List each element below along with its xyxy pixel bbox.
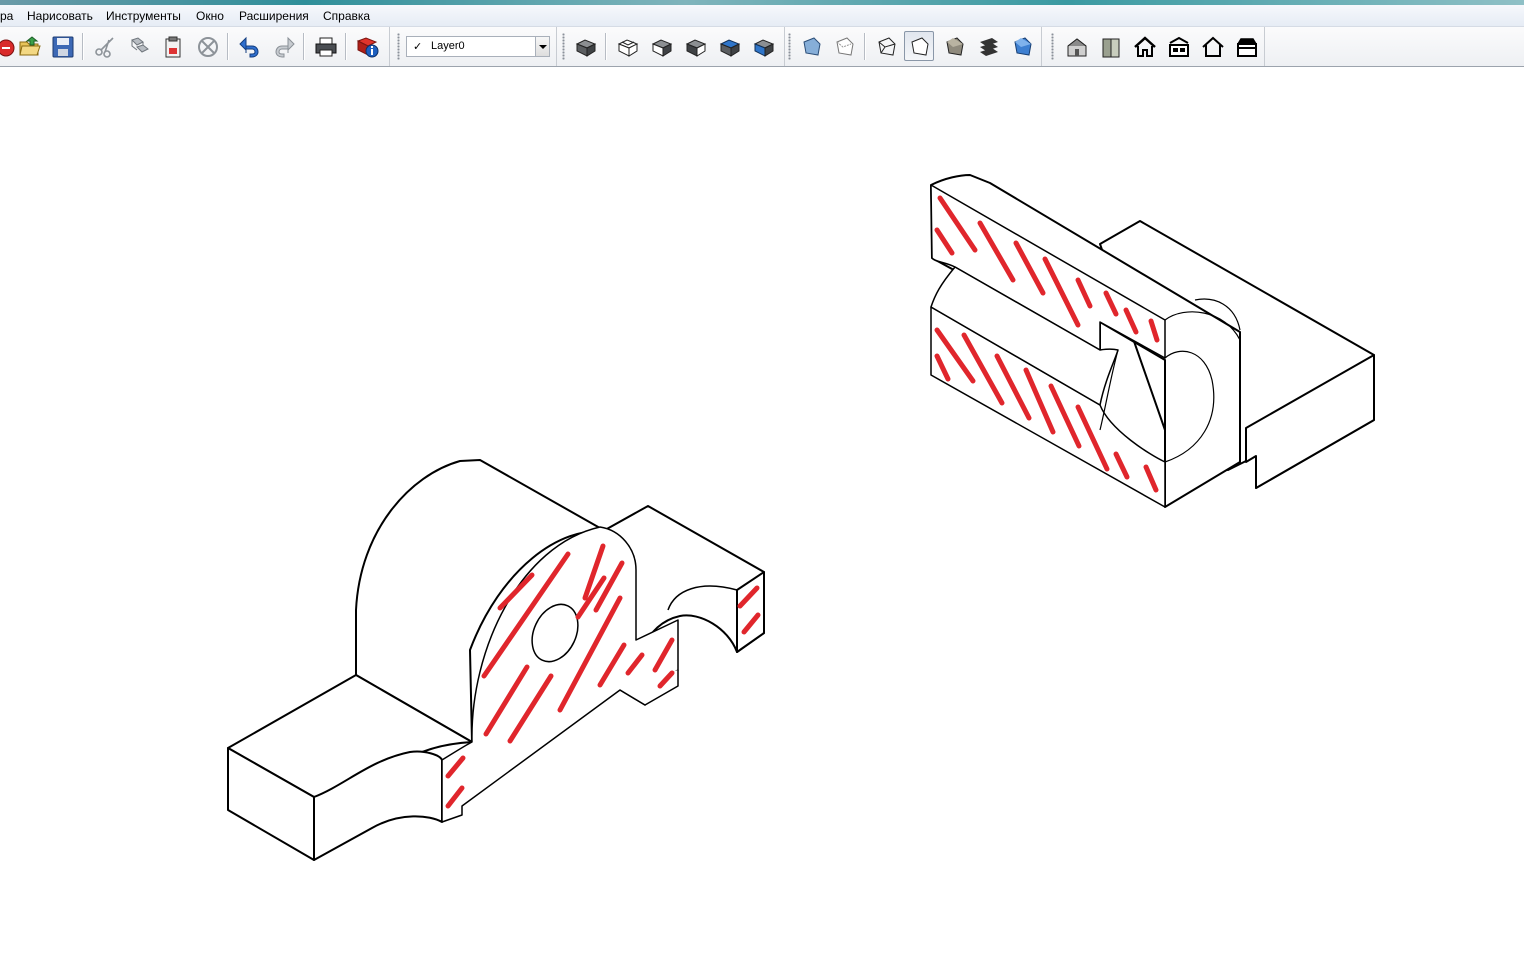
- toolbar-group-divider: [389, 27, 390, 66]
- toolbar-separator: [864, 33, 865, 60]
- shaded-icon: [946, 37, 964, 56]
- toolbar-grip[interactable]: [562, 33, 565, 60]
- component-icon: [1102, 38, 1120, 58]
- home-view-icon: [1134, 36, 1156, 57]
- view-back-icon: [719, 39, 741, 57]
- model-viewport[interactable]: [0, 67, 1524, 964]
- housing-section-model[interactable]: [930, 174, 1375, 508]
- view-front-icon: [651, 39, 673, 57]
- view-top-icon: [617, 39, 639, 57]
- xray-icon: [803, 37, 821, 56]
- toolbar-group-divider: [784, 27, 785, 66]
- open-button[interactable]: [14, 31, 44, 61]
- component-button[interactable]: [1095, 31, 1125, 61]
- shaded-textures-icon: [980, 38, 998, 56]
- save-icon: [52, 36, 74, 58]
- paste-button[interactable]: [157, 31, 187, 61]
- toolbar-grip[interactable]: [397, 33, 400, 60]
- cut-icon: [95, 37, 114, 58]
- share-model-icon: [1237, 38, 1257, 57]
- toolbar-group-divider: [1264, 27, 1265, 66]
- open-icon: [19, 36, 41, 56]
- view-top-button[interactable]: [612, 31, 642, 61]
- menu-view[interactable]: ра: [0, 9, 13, 23]
- model-info-button[interactable]: [352, 31, 382, 61]
- redo-button[interactable]: [268, 31, 298, 61]
- toolbar-grip[interactable]: [788, 33, 791, 60]
- layer-select[interactable]: ✓ Layer0: [406, 36, 550, 57]
- toolbar-group-divider: [1041, 27, 1042, 66]
- toolbar-grip[interactable]: [1051, 33, 1054, 60]
- chevron-down-icon[interactable]: [535, 37, 549, 56]
- xray-button[interactable]: [796, 31, 826, 61]
- wireframe-icon: [878, 37, 896, 56]
- redo-icon: [275, 36, 295, 58]
- toolbar: ✓ Layer0: [0, 27, 1524, 67]
- outline-house-icon: [1202, 36, 1224, 57]
- save-button[interactable]: [47, 31, 77, 61]
- view-right-icon: [685, 39, 707, 57]
- copy-icon: [131, 37, 149, 53]
- hidden-line-icon: [911, 37, 929, 56]
- menu-draw[interactable]: Нарисовать: [27, 9, 93, 23]
- view-left-button[interactable]: [748, 31, 778, 61]
- shaded-textures-button[interactable]: [973, 31, 1003, 61]
- view-front-button[interactable]: [646, 31, 676, 61]
- toolbar-separator: [82, 33, 83, 60]
- back-edges-icon: [836, 37, 854, 56]
- erase-icon: [198, 37, 218, 57]
- section-button[interactable]: [1163, 31, 1193, 61]
- view-iso-icon: [575, 39, 597, 57]
- home-view-button[interactable]: [1129, 31, 1159, 61]
- model-info-icon: [356, 37, 379, 58]
- model-canvas[interactable]: [0, 67, 1524, 964]
- menu-extensions[interactable]: Расширения: [239, 9, 309, 23]
- menu-tools[interactable]: Инструменты: [106, 9, 181, 23]
- monochrome-icon: [1014, 37, 1032, 56]
- paste-icon: [165, 36, 181, 58]
- toolbar-separator: [345, 33, 346, 60]
- print-icon: [315, 37, 337, 57]
- section-icon: [1169, 36, 1189, 57]
- hidden-line-button[interactable]: [904, 31, 934, 61]
- warehouse-button[interactable]: [1061, 31, 1091, 61]
- toolbar-separator: [303, 33, 304, 60]
- view-left-icon: [753, 39, 775, 57]
- share-model-button[interactable]: [1231, 31, 1261, 61]
- view-back-button[interactable]: [714, 31, 744, 61]
- menu-window[interactable]: Окно: [196, 9, 224, 23]
- toolbar-group-divider: [556, 27, 557, 66]
- menu-bar: ра Нарисовать Инструменты Окно Расширени…: [0, 5, 1524, 27]
- layer-visible-check: ✓: [413, 40, 423, 53]
- undo-icon: [239, 36, 259, 58]
- shaded-button[interactable]: [939, 31, 969, 61]
- layer-name: Layer0: [431, 40, 465, 52]
- bearing-block-section-model[interactable]: [227, 459, 765, 861]
- copy-button[interactable]: [124, 31, 154, 61]
- erase-button[interactable]: [192, 31, 222, 61]
- monochrome-button[interactable]: [1007, 31, 1037, 61]
- view-iso-button[interactable]: [570, 31, 600, 61]
- print-button[interactable]: [310, 31, 340, 61]
- cut-button[interactable]: [89, 31, 119, 61]
- back-edges-button[interactable]: [829, 31, 859, 61]
- undo-button[interactable]: [234, 31, 264, 61]
- toolbar-separator: [227, 33, 228, 60]
- outline-house-button[interactable]: [1197, 31, 1227, 61]
- menu-help[interactable]: Справка: [323, 9, 370, 23]
- wireframe-button[interactable]: [871, 31, 901, 61]
- view-right-button[interactable]: [680, 31, 710, 61]
- warehouse-icon: [1067, 38, 1087, 57]
- toolbar-separator: [605, 33, 606, 60]
